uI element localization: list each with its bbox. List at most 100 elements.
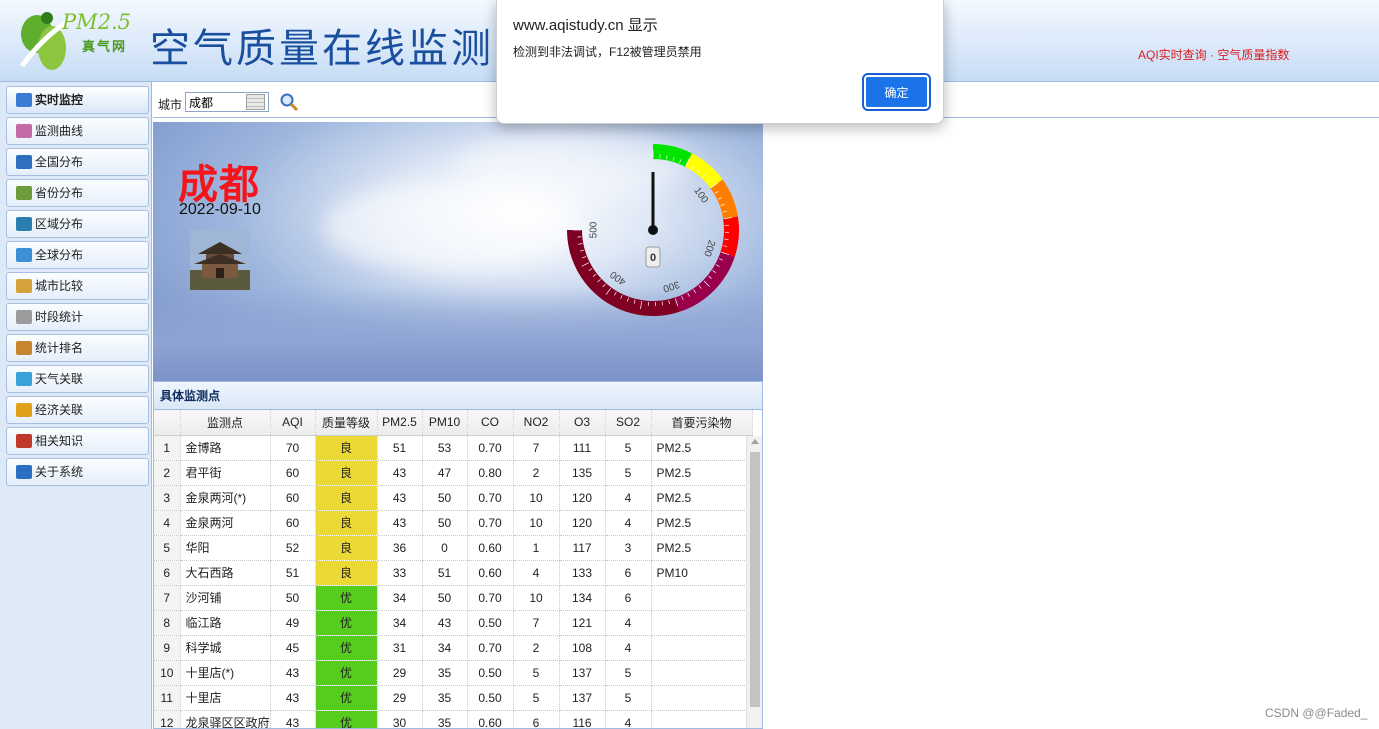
- cell-name: 沙河铺: [180, 585, 271, 611]
- gauge-tick-label: 400: [608, 268, 628, 287]
- sidebar-item[interactable]: 经济关联: [6, 396, 149, 424]
- cell-primary: [651, 585, 753, 611]
- cell-name: 大石西路: [180, 560, 271, 586]
- sidebar-item[interactable]: 省份分布: [6, 179, 149, 207]
- cell-level: 良: [315, 435, 378, 461]
- table-row[interactable]: 9 科学城 45 优 31 34 0.70 2 108 4: [154, 635, 753, 661]
- cell-name: 十里店: [180, 685, 271, 711]
- cell-co: 0.60: [467, 535, 514, 561]
- column-header[interactable]: NO2: [513, 410, 560, 436]
- weather-icon: [16, 372, 32, 386]
- sidebar-item-label: 区域分布: [35, 217, 84, 231]
- cell-pm10: 0: [422, 535, 468, 561]
- column-header[interactable]: 质量等级: [315, 410, 378, 436]
- sidebar-item[interactable]: 统计排名: [6, 334, 149, 362]
- sidebar-item[interactable]: 关于系统: [6, 458, 149, 486]
- sidebar-item-label: 省份分布: [35, 186, 84, 200]
- column-header[interactable]: CO: [467, 410, 514, 436]
- table-row[interactable]: 5 华阳 52 良 36 0 0.60 1 117 3 PM2.5: [154, 535, 753, 561]
- table-row[interactable]: 2 君平街 60 良 43 47 0.80 2 135 5 PM2.5: [154, 460, 753, 486]
- sidebar-item-label: 全国分布: [35, 155, 84, 169]
- monitor-icon: [16, 93, 32, 107]
- scroll-up-icon[interactable]: [751, 439, 759, 444]
- cell-primary: PM2.5: [651, 510, 753, 536]
- cell-pm25: 31: [377, 635, 423, 661]
- table-scrollbar[interactable]: [746, 436, 762, 728]
- cell-so2: 4: [605, 710, 652, 728]
- book-icon: [16, 434, 32, 448]
- cell-no2: 5: [513, 685, 560, 711]
- sidebar-item[interactable]: 监测曲线: [6, 117, 149, 145]
- scroll-thumb[interactable]: [750, 452, 760, 707]
- cell-primary: PM2.5: [651, 460, 753, 486]
- sidebar-item[interactable]: 相关知识: [6, 427, 149, 455]
- cell-pm25: 33: [377, 560, 423, 586]
- table-row[interactable]: 8 临江路 49 优 34 43 0.50 7 121 4: [154, 610, 753, 636]
- column-header[interactable]: 首要污染物: [651, 410, 753, 436]
- cell-n: 11: [154, 685, 181, 711]
- table-row[interactable]: 3 金泉两河(*) 60 良 43 50 0.70 10 120 4 PM2.5: [154, 485, 753, 511]
- cell-aqi: 43: [270, 710, 316, 728]
- column-header[interactable]: PM2.5: [377, 410, 423, 436]
- cell-co: 0.70: [467, 435, 514, 461]
- cell-aqi: 43: [270, 685, 316, 711]
- cell-primary: [651, 685, 753, 711]
- sidebar-item[interactable]: 实时监控: [6, 86, 149, 114]
- cell-name: 金博路: [180, 435, 271, 461]
- column-header[interactable]: PM10: [422, 410, 468, 436]
- alert-ok-button[interactable]: 确定: [862, 73, 931, 111]
- alert-dialog: www.aqistudy.cn 显示 检测到非法调试，F12被管理员禁用 确定: [496, 0, 944, 124]
- gauge-band: [567, 230, 680, 316]
- coin-icon: [16, 403, 32, 417]
- province-map-icon: [16, 186, 32, 200]
- table-row[interactable]: 4 金泉两河 60 良 43 50 0.70 10 120 4 PM2.5: [154, 510, 753, 536]
- cell-aqi: 52: [270, 535, 316, 561]
- cell-n: 1: [154, 435, 181, 461]
- column-header[interactable]: O3: [559, 410, 606, 436]
- cell-no2: 4: [513, 560, 560, 586]
- cell-co: 0.80: [467, 460, 514, 486]
- column-header[interactable]: AQI: [270, 410, 316, 436]
- cell-pm25: 29: [377, 685, 423, 711]
- table-row[interactable]: 7 沙河铺 50 优 34 50 0.70 10 134 6: [154, 585, 753, 611]
- map-icon: [16, 155, 32, 169]
- cell-aqi: 60: [270, 510, 316, 536]
- column-header[interactable]: 监测点: [180, 410, 271, 436]
- cell-no2: 2: [513, 635, 560, 661]
- column-header[interactable]: SO2: [605, 410, 652, 436]
- table-row[interactable]: 10 十里店(*) 43 优 29 35 0.50 5 137 5: [154, 660, 753, 686]
- cell-pm10: 50: [422, 585, 468, 611]
- sidebar-item[interactable]: 城市比较: [6, 272, 149, 300]
- city-picker-icon[interactable]: [246, 94, 265, 110]
- table-row[interactable]: 6 大石西路 51 良 33 51 0.60 4 133 6 PM10: [154, 560, 753, 586]
- cell-o3: 133: [559, 560, 606, 586]
- cell-name: 华阳: [180, 535, 271, 561]
- cell-primary: PM2.5: [651, 435, 753, 461]
- sidebar-item-label: 实时监控: [35, 93, 84, 107]
- sidebar-item[interactable]: 时段统计: [6, 303, 149, 331]
- table-row[interactable]: 12 龙泉驿区区政府 43 优 30 35 0.60 6 116 4: [154, 710, 753, 728]
- aqi-gauge: 100 200 300 400 500 0: [567, 144, 739, 316]
- cell-pm10: 34: [422, 635, 468, 661]
- cell-no2: 10: [513, 585, 560, 611]
- sidebar-item[interactable]: 区域分布: [6, 210, 149, 238]
- sidebar-item-label: 全球分布: [35, 248, 84, 262]
- cell-n: 2: [154, 460, 181, 486]
- cell-pm10: 35: [422, 660, 468, 686]
- table-row[interactable]: 1 金博路 70 良 51 53 0.70 7 111 5 PM2.5: [154, 435, 753, 461]
- cell-aqi: 60: [270, 460, 316, 486]
- cell-o3: 134: [559, 585, 606, 611]
- search-icon[interactable]: [279, 92, 299, 112]
- gauge-band: [653, 144, 693, 167]
- sidebar-item[interactable]: 天气关联: [6, 365, 149, 393]
- sidebar-item-label: 关于系统: [35, 465, 84, 479]
- cell-n: 12: [154, 710, 181, 728]
- sidebar-item[interactable]: 全球分布: [6, 241, 149, 269]
- cell-pm25: 43: [377, 510, 423, 536]
- sidebar-item[interactable]: 全国分布: [6, 148, 149, 176]
- table-row[interactable]: 11 十里店 43 优 29 35 0.50 5 137 5: [154, 685, 753, 711]
- cell-aqi: 43: [270, 660, 316, 686]
- cell-primary: PM10: [651, 560, 753, 586]
- cell-n: 5: [154, 535, 181, 561]
- cell-co: 0.70: [467, 635, 514, 661]
